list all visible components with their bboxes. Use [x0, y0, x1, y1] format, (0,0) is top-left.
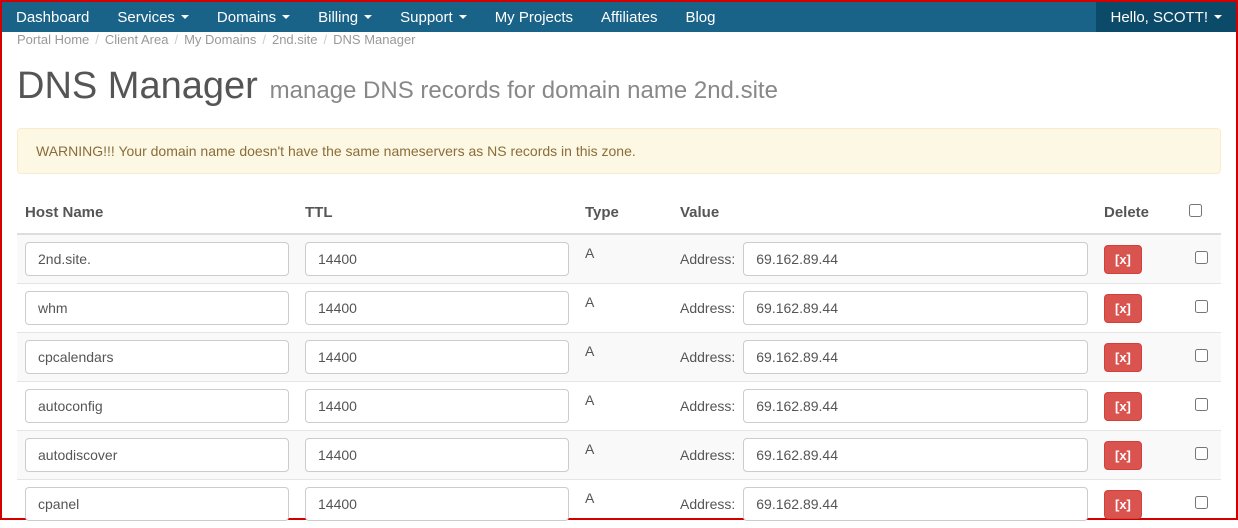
header-type: Type: [577, 194, 672, 234]
nav-user-label: Hello, SCOTT!: [1110, 9, 1208, 26]
address-input[interactable]: [743, 487, 1088, 521]
breadcrumb-item[interactable]: My Domains: [184, 32, 256, 47]
dns-records-table: Host Name TTL Type Value Delete A Address…: [17, 194, 1221, 528]
address-label: Address:: [680, 496, 735, 512]
hostname-input[interactable]: [25, 389, 289, 423]
type-cell: A: [577, 234, 672, 284]
page-title: DNS Manager: [17, 65, 258, 107]
row-checkbox[interactable]: [1195, 251, 1208, 264]
address-input[interactable]: [743, 242, 1088, 276]
header-value: Value: [672, 194, 1096, 234]
nav-item-services[interactable]: Services: [103, 2, 203, 32]
nav-item-label: Dashboard: [16, 9, 89, 26]
address-input[interactable]: [743, 291, 1088, 325]
type-cell: A: [577, 480, 672, 528]
delete-button[interactable]: [x]: [1104, 294, 1142, 323]
nav-item-domains[interactable]: Domains: [203, 2, 304, 32]
hostname-input[interactable]: [25, 291, 289, 325]
dns-table-body: A Address: [x] A Address: [x] A Address: [x] A Add…: [17, 234, 1221, 528]
nav-item-label: Billing: [318, 9, 358, 26]
nav-item-blog[interactable]: Blog: [671, 2, 729, 32]
type-cell: A: [577, 284, 672, 333]
hostname-input[interactable]: [25, 438, 289, 472]
ttl-input[interactable]: [305, 340, 569, 374]
table-row: A Address: [x]: [17, 284, 1221, 333]
chevron-down-icon: [282, 15, 290, 19]
breadcrumb: Portal Home / Client Area / My Domains / 2nd.s…: [2, 28, 1236, 55]
header-ttl: TTL: [297, 194, 577, 234]
nav-item-label: Affiliates: [601, 9, 657, 26]
page-header: DNS Manager manage DNS records for domai…: [17, 65, 1221, 108]
address-label: Address:: [680, 447, 735, 463]
address-label: Address:: [680, 349, 735, 365]
delete-button[interactable]: [x]: [1104, 245, 1142, 274]
delete-button[interactable]: [x]: [1104, 343, 1142, 372]
nav-item-my-projects[interactable]: My Projects: [481, 2, 587, 32]
table-row: A Address: [x]: [17, 234, 1221, 284]
table-row: A Address: [x]: [17, 333, 1221, 382]
row-checkbox[interactable]: [1195, 398, 1208, 411]
chevron-down-icon: [181, 15, 189, 19]
chevron-down-icon: [364, 15, 372, 19]
header-delete: Delete: [1096, 194, 1181, 234]
type-cell: A: [577, 431, 672, 480]
delete-button[interactable]: [x]: [1104, 441, 1142, 470]
row-checkbox[interactable]: [1195, 447, 1208, 460]
breadcrumb-separator: /: [95, 32, 99, 47]
nav-item-label: Services: [117, 9, 175, 26]
hostname-input[interactable]: [25, 487, 289, 521]
warning-alert: WARNING!!! Your domain name doesn't have…: [17, 128, 1221, 174]
row-checkbox[interactable]: [1195, 300, 1208, 313]
hostname-input[interactable]: [25, 242, 289, 276]
table-row: A Address: [x]: [17, 431, 1221, 480]
row-checkbox[interactable]: [1195, 349, 1208, 362]
nav-item-support[interactable]: Support: [386, 2, 481, 32]
chevron-down-icon: [1214, 15, 1222, 19]
nav-item-label: Blog: [685, 9, 715, 26]
nav-item-affiliates[interactable]: Affiliates: [587, 2, 671, 32]
header-checkbox: [1181, 194, 1221, 234]
header-hostname: Host Name: [17, 194, 297, 234]
type-cell: A: [577, 333, 672, 382]
nav-user-menu[interactable]: Hello, SCOTT!: [1096, 2, 1236, 32]
breadcrumb-item[interactable]: 2nd.site: [272, 32, 318, 47]
table-row: A Address: [x]: [17, 382, 1221, 431]
nav-left: Dashboard Services Domains Billing Support My…: [2, 2, 730, 32]
ttl-input[interactable]: [305, 242, 569, 276]
warning-text: WARNING!!! Your domain name doesn't have…: [36, 143, 636, 159]
breadcrumb-item: DNS Manager: [333, 32, 415, 47]
nav-item-label: Domains: [217, 9, 276, 26]
address-label: Address:: [680, 398, 735, 414]
address-input[interactable]: [743, 389, 1088, 423]
address-input[interactable]: [743, 438, 1088, 472]
delete-button[interactable]: [x]: [1104, 392, 1142, 421]
breadcrumb-item[interactable]: Portal Home: [17, 32, 89, 47]
select-all-checkbox[interactable]: [1189, 204, 1202, 217]
nav-item-billing[interactable]: Billing: [304, 2, 386, 32]
page-subtitle: manage DNS records for domain name 2nd.s…: [270, 77, 778, 104]
hostname-input[interactable]: [25, 340, 289, 374]
ttl-input[interactable]: [305, 291, 569, 325]
ttl-input[interactable]: [305, 389, 569, 423]
table-row: A Address: [x]: [17, 480, 1221, 528]
nav-right: Hello, SCOTT!: [1096, 2, 1236, 32]
address-input[interactable]: [743, 340, 1088, 374]
address-label: Address:: [680, 251, 735, 267]
nav-item-label: Support: [400, 9, 453, 26]
row-checkbox[interactable]: [1195, 496, 1208, 509]
breadcrumb-separator: /: [324, 32, 328, 47]
chevron-down-icon: [459, 15, 467, 19]
breadcrumb-separator: /: [174, 32, 178, 47]
nav-item-label: My Projects: [495, 9, 573, 26]
delete-button[interactable]: [x]: [1104, 490, 1142, 519]
breadcrumb-separator: /: [262, 32, 266, 47]
address-label: Address:: [680, 300, 735, 316]
breadcrumb-item[interactable]: Client Area: [105, 32, 169, 47]
nav-item-dashboard[interactable]: Dashboard: [2, 2, 103, 32]
ttl-input[interactable]: [305, 487, 569, 521]
ttl-input[interactable]: [305, 438, 569, 472]
type-cell: A: [577, 382, 672, 431]
